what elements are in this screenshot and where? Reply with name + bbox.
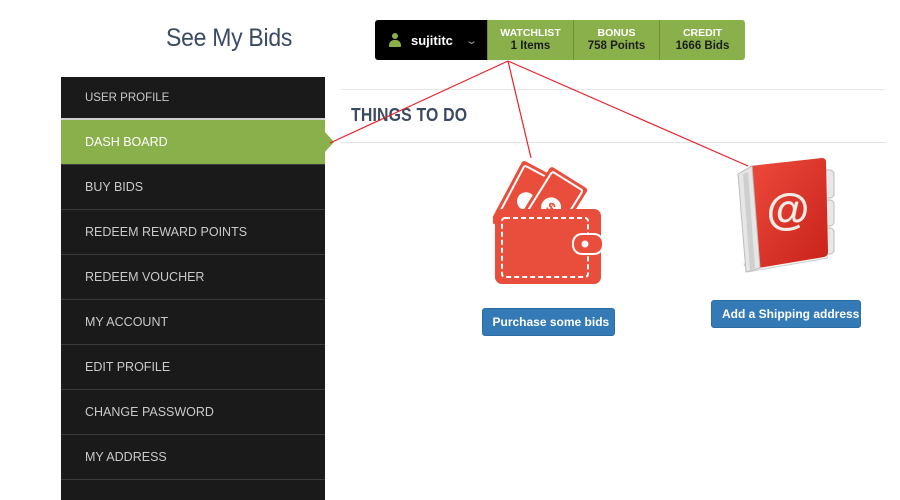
user-menu[interactable]: sujititc ⌄	[375, 20, 487, 60]
sidebar-header-user-profile: USER PROFILE	[61, 77, 325, 120]
bonus-stat[interactable]: BONUS 758 Points	[573, 20, 659, 60]
sidebar-item-redeem-voucher[interactable]: REDEEM VOUCHER	[61, 255, 325, 300]
wallet-icon[interactable]: $	[493, 152, 603, 288]
purchase-bids-card: $ Purchase some bids	[478, 152, 618, 336]
address-book-icon[interactable]: @	[726, 152, 846, 282]
purchase-bids-button[interactable]: Purchase some bids	[481, 308, 615, 336]
site-title[interactable]: See My Bids	[166, 24, 292, 53]
top-stats-bar: sujititc ⌄ WATCHLIST 1 Items BONUS 758 P…	[375, 20, 745, 60]
panel-divider-top	[341, 89, 886, 90]
panel-title: THINGS TO DO	[351, 105, 468, 125]
username: sujititc	[411, 32, 453, 48]
add-shipping-address-button[interactable]: Add a Shipping address	[711, 300, 861, 328]
sidebar-item-redeem-reward-points[interactable]: REDEEM REWARD POINTS	[61, 210, 325, 255]
sidebar-item-buy-bids[interactable]: BUY BIDS	[61, 165, 325, 210]
annotation-line-to-dashboard	[329, 60, 509, 144]
annotation-line-to-wallet	[507, 60, 532, 159]
panel-divider-bottom	[341, 142, 886, 143]
shipping-address-card: @ Add a Shipping address	[706, 152, 866, 328]
sidebar-item-dash-board[interactable]: DASH BOARD	[61, 120, 334, 165]
watchlist-stat[interactable]: WATCHLIST 1 Items	[487, 20, 573, 60]
sidebar-item-edit-profile[interactable]: EDIT PROFILE	[61, 345, 325, 390]
annotation-line-to-address-book	[507, 60, 749, 167]
bonus-value: 758 Points	[587, 40, 646, 52]
credit-stat[interactable]: CREDIT 1666 Bids	[659, 20, 745, 60]
sidebar-nav: USER PROFILE DASH BOARD BUY BIDS REDEEM …	[61, 77, 334, 500]
credit-value: 1666 Bids	[675, 40, 730, 52]
sidebar-item-my-address[interactable]: MY ADDRESS	[61, 435, 325, 480]
credit-label: CREDIT	[682, 27, 723, 39]
watchlist-label: WATCHLIST	[500, 27, 561, 39]
watchlist-value: 1 Items	[510, 40, 551, 52]
sidebar-item-change-password[interactable]: CHANGE PASSWORD	[61, 390, 325, 435]
svg-text:@: @	[767, 185, 810, 234]
sidebar-item-my-account[interactable]: MY ACCOUNT	[61, 300, 325, 345]
user-icon	[389, 33, 401, 47]
chevron-down-icon[interactable]: ⌄	[465, 34, 478, 47]
bonus-label: BONUS	[597, 27, 636, 39]
